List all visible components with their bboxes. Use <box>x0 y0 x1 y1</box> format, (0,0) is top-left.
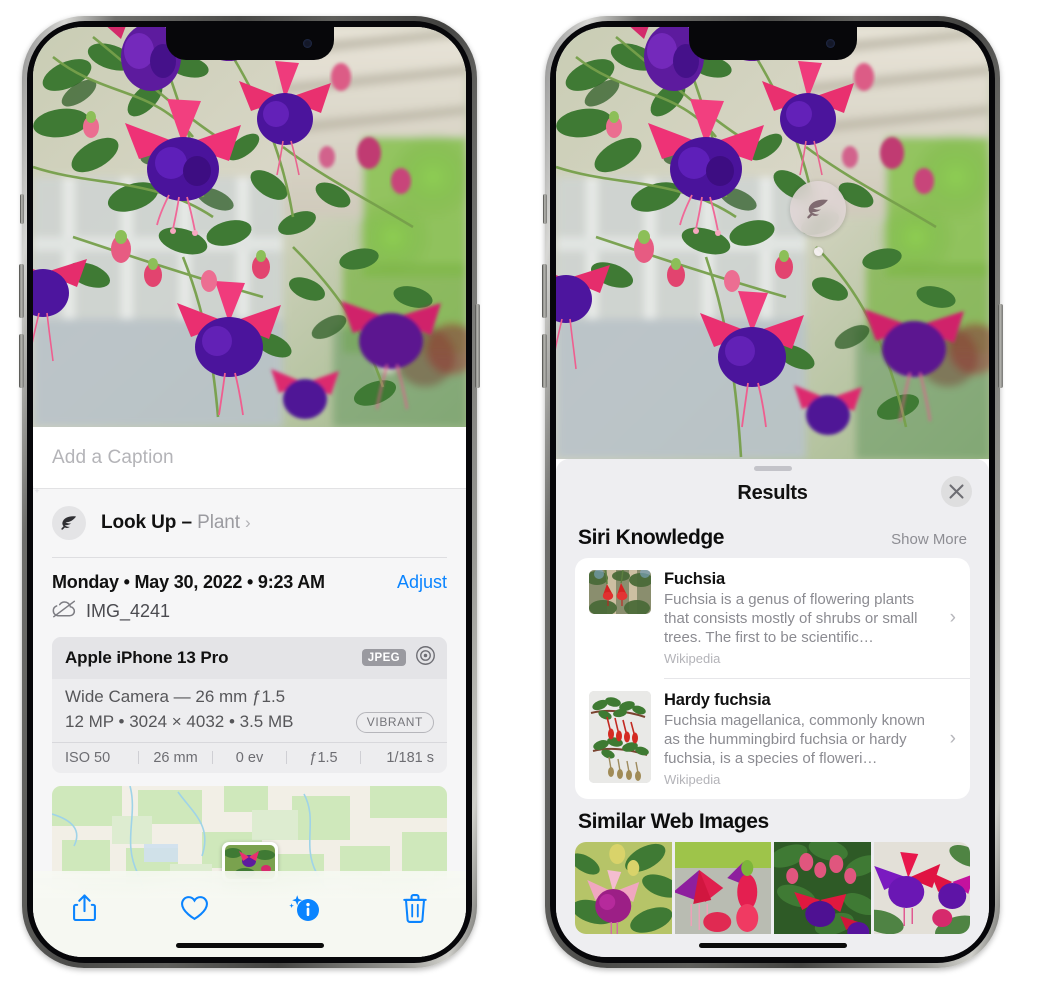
aperture-icon <box>415 645 436 671</box>
front-camera-icon <box>825 39 835 48</box>
siri-knowledge-header: Siri Knowledge Show More <box>556 515 989 558</box>
lens-info: Wide Camera — 26 mm ƒ1.5 <box>65 686 286 706</box>
look-up-title: Look Up <box>101 512 177 533</box>
exif-row: ISO 50 26 mm 0 ev ƒ1.5 1/181 s <box>52 741 447 773</box>
results-title: Results <box>737 481 808 504</box>
look-up-label: Look Up – Plant <box>101 512 240 534</box>
left-phone: Add a Caption Look Up – Plant › Monday •… <box>19 16 480 968</box>
knowledge-item-title: Fuchsia <box>664 570 725 588</box>
volume-down-button[interactable] <box>542 334 547 388</box>
delete-button[interactable] <box>392 885 438 931</box>
camera-info-card: Apple iPhone 13 Pro JPEG Wide Camera — 2… <box>52 636 447 773</box>
info-button[interactable] <box>282 885 328 931</box>
similar-web-images-grid[interactable] <box>575 841 970 934</box>
silent-switch[interactable] <box>543 194 547 224</box>
chevron-right-icon: › <box>949 607 956 628</box>
results-header: Results <box>556 471 989 515</box>
volume-up-button[interactable] <box>542 264 547 318</box>
photo-viewer[interactable] <box>556 27 989 459</box>
volume-up-button[interactable] <box>19 264 24 318</box>
photo-datetime: Monday • May 30, 2022 • 9:23 AM <box>52 571 325 592</box>
fuchsia-web-image-4[interactable] <box>873 841 970 934</box>
photo-info-sheet: Add a Caption Look Up – Plant › Monday •… <box>33 427 466 957</box>
caption-input[interactable]: Add a Caption <box>52 447 174 469</box>
close-icon <box>949 484 964 499</box>
knowledge-item-source: Wikipedia <box>664 651 721 666</box>
similar-web-images-header: Similar Web Images <box>556 799 989 842</box>
fuchsia-flowers-photo <box>33 27 466 427</box>
left-phone-screen: Add a Caption Look Up – Plant › Monday •… <box>33 27 466 957</box>
adjust-button[interactable]: Adjust <box>397 572 447 593</box>
knowledge-item-fuchsia[interactable]: Fuchsia Fuchsia is a genus of flowering … <box>575 558 970 678</box>
right-phone: Results Siri Knowledge Show More Fuchsia… <box>542 16 1003 968</box>
format-badge: JPEG <box>361 649 406 666</box>
right-phone-screen: Results Siri Knowledge Show More Fuchsia… <box>556 27 989 957</box>
side-power-button[interactable] <box>475 304 480 388</box>
sparkle-icon <box>33 481 43 501</box>
look-up-dash: – <box>176 512 198 533</box>
exif-shutter: 1/181 s <box>386 749 434 766</box>
knowledge-item-title: Hardy fuchsia <box>664 690 771 709</box>
home-indicator[interactable] <box>698 943 847 948</box>
visual-look-up-anchor-dot <box>814 247 823 256</box>
notch <box>165 27 334 60</box>
hardy-fuchsia-branch-thumb <box>589 690 651 783</box>
exif-aperture: ƒ1.5 <box>309 749 338 766</box>
side-power-button[interactable] <box>998 304 1003 388</box>
caption-row[interactable]: Add a Caption <box>33 427 466 489</box>
look-up-category: Plant <box>197 512 240 533</box>
knowledge-item-hardy-fuchsia[interactable]: Hardy fuchsia Fuchsia magellanica, commo… <box>575 679 970 799</box>
fuchsia-web-image-2[interactable] <box>674 841 771 934</box>
front-camera-icon <box>302 39 312 48</box>
icloud-slash-icon <box>52 600 77 623</box>
volume-down-button[interactable] <box>19 334 24 388</box>
photographic-style-badge: VIBRANT <box>355 711 434 733</box>
section-title: Similar Web Images <box>578 809 769 833</box>
camera-card-body: Wide Camera — 26 mm ƒ1.5 12 MP • 3024 × … <box>52 679 447 742</box>
chevron-right-icon: › <box>244 513 251 532</box>
share-button[interactable] <box>61 885 107 931</box>
leaf-icon <box>807 199 828 219</box>
home-indicator[interactable] <box>175 943 324 948</box>
favorite-button[interactable] <box>171 885 217 931</box>
show-more-button[interactable]: Show More <box>891 531 967 548</box>
exif-focal: 26 mm <box>153 749 198 766</box>
look-up-row[interactable]: Look Up – Plant › <box>33 486 466 557</box>
exif-ev: 0 ev <box>235 749 264 766</box>
camera-card-header: Apple iPhone 13 Pro JPEG <box>52 636 447 679</box>
fuchsia-web-image-3[interactable] <box>774 841 871 934</box>
fuchsia-red-blooms-thumb <box>589 570 651 614</box>
leaf-icon <box>52 506 86 540</box>
metadata-block: Monday • May 30, 2022 • 9:23 AM Adjust I… <box>33 558 466 623</box>
camera-model: Apple iPhone 13 Pro <box>65 647 229 667</box>
photo-filename: IMG_4241 <box>86 600 171 621</box>
fuchsia-web-image-1[interactable] <box>575 841 672 934</box>
section-title: Siri Knowledge <box>578 526 725 549</box>
close-button[interactable] <box>941 476 972 507</box>
knowledge-item-description: Fuchsia magellanica, commonly known as t… <box>664 711 925 767</box>
photo-viewer[interactable] <box>33 27 466 427</box>
chevron-right-icon: › <box>949 727 956 749</box>
results-sheet: Results Siri Knowledge Show More Fuchsia… <box>556 459 989 957</box>
siri-knowledge-card: Fuchsia Fuchsia is a genus of flowering … <box>575 558 970 799</box>
fuchsia-flowers-photo <box>556 27 989 459</box>
notch <box>688 27 857 60</box>
exif-iso: ISO 50 <box>65 749 111 766</box>
knowledge-item-description: Fuchsia is a genus of flowering plants t… <box>664 591 918 646</box>
image-specs: 12 MP • 3024 × 4032 • 3.5 MB <box>65 712 294 731</box>
silent-switch[interactable] <box>20 194 24 224</box>
screenshot-stage: Add a Caption Look Up – Plant › Monday •… <box>0 0 1055 985</box>
visual-look-up-badge[interactable] <box>790 181 846 237</box>
knowledge-item-source: Wikipedia <box>664 771 721 787</box>
